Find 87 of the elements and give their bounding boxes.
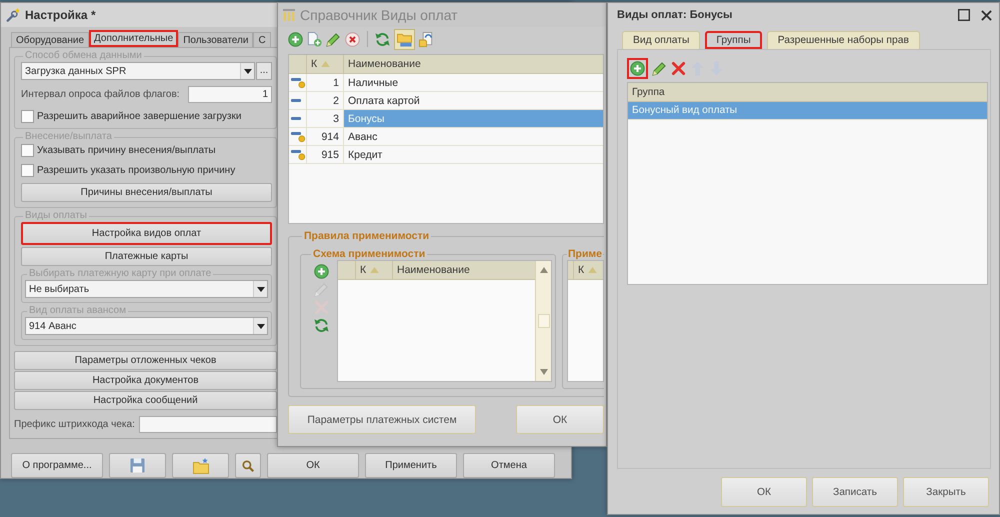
delete-icon[interactable] bbox=[345, 32, 360, 46]
folder-document-icon[interactable] bbox=[419, 32, 434, 46]
table-cell: 2 bbox=[306, 92, 343, 109]
dropdown-field[interactable]: Не выбирать bbox=[25, 280, 268, 298]
add-icon[interactable] bbox=[288, 32, 303, 46]
folder-icon bbox=[192, 458, 208, 474]
column-header[interactable]: Группа bbox=[628, 83, 987, 101]
close-icon[interactable] bbox=[981, 10, 992, 20]
table-cell: 914 bbox=[306, 128, 343, 145]
settings-button[interactable]: Настройка сообщений bbox=[14, 391, 277, 410]
wrench-star-icon bbox=[6, 8, 20, 22]
checkbox-label: Разрешить аварийное завершение загрузки bbox=[37, 110, 242, 122]
footer-button[interactable]: ОК bbox=[267, 453, 359, 478]
dropdown-arrow-icon bbox=[256, 286, 264, 292]
tab[interactable]: Пользователи bbox=[178, 32, 254, 47]
select-button[interactable]: ... bbox=[256, 62, 272, 80]
tab[interactable]: Группы bbox=[705, 31, 762, 49]
reasons-button[interactable]: Причины внесения/выплаты bbox=[21, 183, 272, 202]
checkbox-label: Разрешить указать произвольную причину bbox=[37, 164, 236, 176]
folder-button[interactable] bbox=[172, 453, 229, 478]
table-cell[interactable]: Аванс bbox=[343, 128, 603, 145]
save-button[interactable] bbox=[109, 453, 166, 478]
field-label: Префикс штрихкода чека: bbox=[14, 419, 135, 430]
dropdown-field[interactable]: Загрузка данных SPR bbox=[21, 62, 255, 80]
field-label: Интервал опроса файлов флагов: bbox=[21, 89, 180, 100]
dropdown-button[interactable] bbox=[240, 63, 254, 79]
text-field[interactable] bbox=[138, 416, 277, 433]
scrollbar[interactable] bbox=[535, 261, 551, 381]
delete-icon[interactable] bbox=[671, 60, 686, 76]
tab[interactable]: С bbox=[253, 32, 271, 47]
window-title: Виды оплат: Бонусы bbox=[616, 9, 732, 21]
group-title: Правила применимости bbox=[303, 230, 430, 242]
tab[interactable]: Оборудование bbox=[11, 32, 90, 47]
group-title: Схема применимости bbox=[312, 248, 426, 260]
pencil-icon[interactable] bbox=[652, 60, 667, 76]
window-title: Справочник Виды оплат bbox=[300, 7, 458, 23]
checkbox[interactable] bbox=[21, 144, 34, 156]
table-cell: 915 bbox=[306, 146, 343, 163]
refresh-icon[interactable] bbox=[314, 318, 328, 333]
folder-icon[interactable] bbox=[394, 28, 415, 50]
checkbox[interactable] bbox=[21, 110, 34, 122]
dialog-button[interactable]: ОК bbox=[721, 477, 807, 507]
add-icon[interactable] bbox=[627, 58, 648, 78]
dropdown-arrow-icon bbox=[244, 68, 252, 74]
settings-button[interactable]: Настройка видов оплат bbox=[21, 222, 272, 245]
dialog-button[interactable]: Параметры платежных систем bbox=[288, 405, 476, 434]
checkbox[interactable] bbox=[21, 164, 34, 176]
refresh-icon[interactable] bbox=[375, 32, 390, 46]
search-icon bbox=[242, 460, 254, 472]
save-icon bbox=[130, 458, 145, 473]
column-header[interactable]: К bbox=[306, 55, 343, 73]
table-cell: 1 bbox=[306, 74, 343, 91]
window-title: Настройка * bbox=[25, 8, 96, 22]
table-cell[interactable]: Оплата картой bbox=[343, 92, 603, 109]
footer-button[interactable]: Отмена bbox=[463, 453, 555, 478]
maximize-icon[interactable] bbox=[958, 9, 970, 21]
search-button[interactable] bbox=[235, 453, 261, 478]
dialog-button[interactable]: ОК bbox=[516, 405, 604, 434]
table-cell[interactable]: Наличные bbox=[343, 74, 603, 91]
scroll-thumb[interactable] bbox=[538, 314, 550, 328]
dropdown-field[interactable]: 914 Аванс bbox=[25, 317, 268, 335]
column-header[interactable]: К bbox=[573, 261, 603, 279]
settings-button[interactable]: Платежные карты bbox=[21, 247, 272, 266]
document-plus-icon[interactable] bbox=[307, 32, 322, 46]
tab[interactable]: Вид оплаты bbox=[622, 31, 700, 49]
checkbox-label: Указывать причину внесения/выплаты bbox=[37, 144, 216, 156]
add-icon[interactable] bbox=[314, 264, 328, 279]
footer-button[interactable]: Применить bbox=[365, 453, 457, 478]
dropdown-button[interactable] bbox=[253, 281, 267, 297]
footer-button[interactable]: О программе... bbox=[11, 453, 103, 478]
column-header[interactable]: Наименование bbox=[343, 55, 603, 73]
settings-button[interactable]: Параметры отложенных чеков bbox=[14, 351, 277, 370]
tab[interactable]: Разрешенные наборы прав bbox=[766, 31, 920, 49]
dialog-button[interactable]: Закрыть bbox=[903, 477, 989, 507]
scroll-up-icon[interactable] bbox=[540, 267, 548, 273]
column-header[interactable]: К bbox=[355, 261, 392, 279]
dropdown-button[interactable] bbox=[253, 318, 267, 334]
text-field[interactable]: 1 bbox=[188, 86, 272, 103]
table-cell[interactable]: Кредит bbox=[343, 146, 603, 163]
pencil-icon[interactable] bbox=[326, 32, 341, 46]
group-title: Приме bbox=[567, 248, 604, 260]
settings-button[interactable]: Настройка документов bbox=[14, 371, 277, 390]
dropdown-arrow-icon bbox=[256, 324, 264, 328]
dialog-button[interactable]: Записать bbox=[812, 477, 898, 507]
bars-icon bbox=[283, 9, 295, 21]
scroll-down-icon[interactable] bbox=[540, 369, 548, 375]
tab[interactable]: Дополнительные bbox=[89, 30, 178, 47]
